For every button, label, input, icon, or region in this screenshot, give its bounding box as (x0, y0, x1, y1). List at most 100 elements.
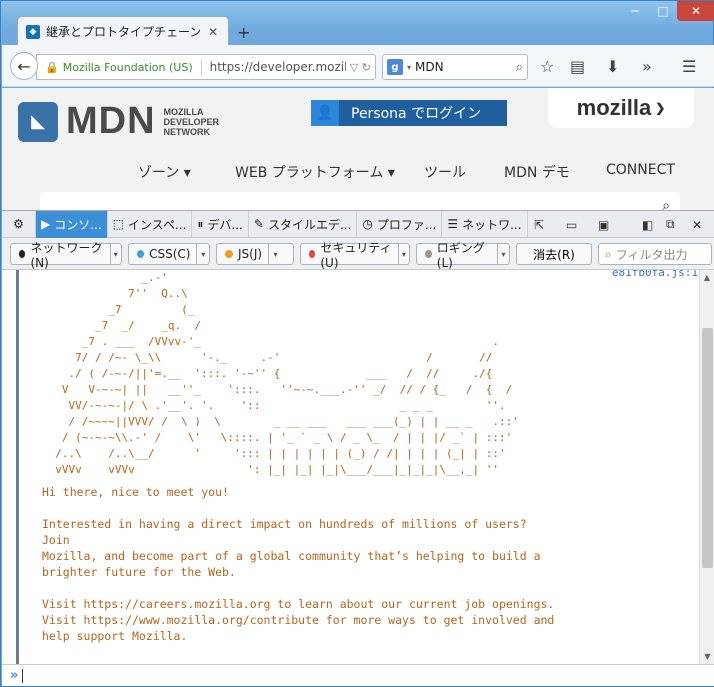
menu-connect[interactable]: CONNECT (606, 162, 675, 178)
ascii-line: vVVv vVVv ': |_| |_| |_|\___/___|_|_|_|\… (42, 463, 499, 476)
filter-logging-button[interactable]: ロギング(L) ▾ (416, 241, 510, 270)
dino-icon: ◣ (18, 101, 58, 142)
chevron-down-icon[interactable]: ▾ (397, 244, 409, 264)
prompt-icon: » (10, 668, 19, 683)
close-tab-icon[interactable]: ✕ (206, 25, 220, 39)
filter-label: ネットワーク(N) (30, 240, 103, 270)
console-message-line: Mozilla, and become part of a global com… (42, 549, 541, 563)
console-message-line: Hi there, nice to meet you! (42, 485, 229, 499)
tab-label: デバ... (207, 217, 243, 232)
scroll-up-icon[interactable]: ▲ (700, 270, 714, 285)
ascii-line: ./ ( /-~-/||'=.__ ':::. '-~'' { ___ / //… (42, 367, 493, 380)
logo-subtitle: MOZILLA DEVELOPER NETWORK (164, 107, 220, 137)
search-input[interactable]: MDN (415, 60, 512, 74)
search-icon: ⌕ (605, 246, 612, 261)
scroll-down-icon[interactable]: ▼ (700, 649, 714, 664)
tab-title: 継承とプロトタイプチェーン - J... (46, 25, 200, 39)
mozilla-tab[interactable]: mozilla ❯ (548, 88, 694, 128)
profiler-icon: ◷ (362, 217, 373, 231)
menu-demos[interactable]: MDN デモ (504, 162, 570, 182)
minimize-button[interactable]: ─ (621, 1, 649, 21)
filter-js-button[interactable]: JS(J) ▾ (216, 243, 294, 265)
tab-debugger[interactable]: ⏸ デバ... (192, 210, 249, 238)
source-link[interactable]: e81fb0fa.js:1 (612, 270, 698, 279)
tab-label: プロファ... (376, 217, 437, 232)
filter-security-button[interactable]: セキュリティ(U) ▾ (300, 241, 410, 270)
web-page: ◣ MDN MOZILLA DEVELOPER NETWORK 👤 Person… (2, 88, 714, 210)
overflow-chevron-icon[interactable]: » (642, 57, 652, 76)
google-icon[interactable]: g (387, 59, 403, 75)
console-filter-bar: ネットワーク(N) ▾ CSS(C) ▾ JS(J) ▾ セキュリティ(U) ▾… (2, 238, 714, 270)
search-icon[interactable]: ⌕ (516, 60, 523, 75)
tab-console[interactable]: ▶ コンソ... (36, 210, 108, 238)
menu-web-platform[interactable]: WEB プラットフォーム ▾ (235, 162, 395, 182)
console-message-line: Visit https://careers.mozilla.org to lea… (42, 597, 555, 611)
filter-css-button[interactable]: CSS(C) ▾ (128, 243, 210, 265)
tab-active[interactable]: ◆ 継承とプロトタイプチェーン - J... ✕ (17, 16, 229, 46)
bookmark-star-icon[interactable]: ☆ (540, 57, 554, 76)
dock-side-icon[interactable]: ◧ (642, 211, 653, 238)
undock-window-icon[interactable]: ⧉ (666, 211, 675, 238)
tab-strip: ◆ 継承とプロトタイプチェーン - J... ✕ + ─ □ ✕ (1, 1, 714, 46)
search-engine-caret-icon[interactable]: ▾ (407, 63, 411, 72)
maximize-button[interactable]: □ (649, 1, 677, 21)
console-message-line: Join (42, 533, 70, 547)
filter-label: ロギング(L) (436, 240, 485, 270)
gear-icon: ⚙ (13, 217, 24, 231)
ascii-line: _7 _/ _q. / (42, 319, 201, 332)
ascii-line: _7 . ___ /VVvv-'_ . (42, 335, 499, 348)
toolbox-options-button[interactable]: ⚙ (2, 210, 36, 238)
search-icon[interactable]: ⌕ (662, 198, 670, 210)
close-devtools-icon[interactable]: ✕ (692, 211, 702, 238)
ascii-line: / (~-~-~\\.-' / \' \::::. | '_ ` _ \ / _… (42, 431, 513, 444)
ascii-line: 7'' Q..\ (42, 287, 188, 300)
url-text[interactable]: https://developer.mozil (210, 60, 346, 74)
tab-network[interactable]: ☰ ネットワ... (442, 210, 528, 238)
tab-style-editor[interactable]: ✎ スタイルエデ... (249, 210, 358, 238)
new-tab-button[interactable]: + (237, 23, 250, 42)
logo-text: MDN (66, 100, 156, 142)
network-icon: ☰ (447, 217, 459, 231)
close-window-button[interactable]: ✕ (677, 1, 714, 21)
menu-tools[interactable]: ツール (424, 162, 466, 182)
pick-element-icon[interactable]: ⇱ (534, 211, 544, 238)
console-scrollbar[interactable]: ▲ ▼ (699, 270, 714, 664)
persona-login-button[interactable]: 👤 Persona でログイン (311, 100, 507, 126)
mdn-logo[interactable]: ◣ MDN MOZILLA DEVELOPER NETWORK (18, 100, 219, 143)
responsive-mode-icon[interactable]: ▣ (598, 211, 609, 238)
network-dot-icon (19, 250, 26, 258)
ascii-line: _7 (_ (42, 303, 195, 316)
inspector-icon: ⬚ (112, 217, 125, 231)
dropdown-reload-icons[interactable]: ▽ ↻ (350, 61, 375, 74)
split-console-icon[interactable]: ▭ (566, 211, 577, 238)
chevron-down-icon[interactable]: ▾ (196, 244, 209, 264)
chevron-down-icon[interactable]: ▾ (268, 244, 282, 264)
console-input[interactable]: » (2, 664, 714, 686)
tab-profiler[interactable]: ◷ プロファ... (357, 210, 443, 238)
filter-output-input[interactable]: ⌕ フィルタ出力 (598, 243, 712, 265)
css-dot-icon (137, 250, 145, 258)
menu-zones[interactable]: ゾーン ▾ (138, 162, 191, 182)
site-search-field[interactable]: ⌕ (40, 192, 680, 210)
site-identity[interactable]: Mozilla Foundation (US) (63, 61, 193, 74)
downloads-icon[interactable]: ⬇ (606, 57, 619, 76)
chevron-down-icon[interactable]: ▾ (109, 244, 122, 264)
clear-button[interactable]: 消去(R) (516, 243, 592, 265)
back-arrow-icon: ← (17, 56, 31, 76)
reading-list-icon[interactable]: ▤ (570, 57, 585, 76)
back-button[interactable]: ← (10, 52, 38, 80)
console-message-line (42, 580, 554, 596)
ascii-line: _.-' (42, 271, 168, 284)
ascii-art: _.-' 7'' Q..\ _7 (_ _7 _/ _q. / _7 . ___… (42, 270, 519, 478)
chevron-down-icon[interactable]: ▾ (496, 244, 509, 264)
console-message-line: brighter future for the Web. (42, 565, 236, 579)
hamburger-menu-icon[interactable]: ☰ (682, 57, 696, 76)
style-editor-icon: ✎ (253, 217, 264, 231)
tab-label: コンソ... (54, 217, 102, 232)
tab-inspector[interactable]: ⬚ インスペ... (108, 210, 193, 238)
scroll-thumb[interactable] (702, 328, 713, 568)
chevron-down-icon: ❯ (655, 101, 666, 115)
filter-network-button[interactable]: ネットワーク(N) ▾ (10, 241, 122, 270)
url-bar[interactable]: 🔒 Mozilla Foundation (US) https://develo… (36, 54, 376, 80)
search-box[interactable]: g ▾ MDN ⌕ (382, 54, 528, 80)
